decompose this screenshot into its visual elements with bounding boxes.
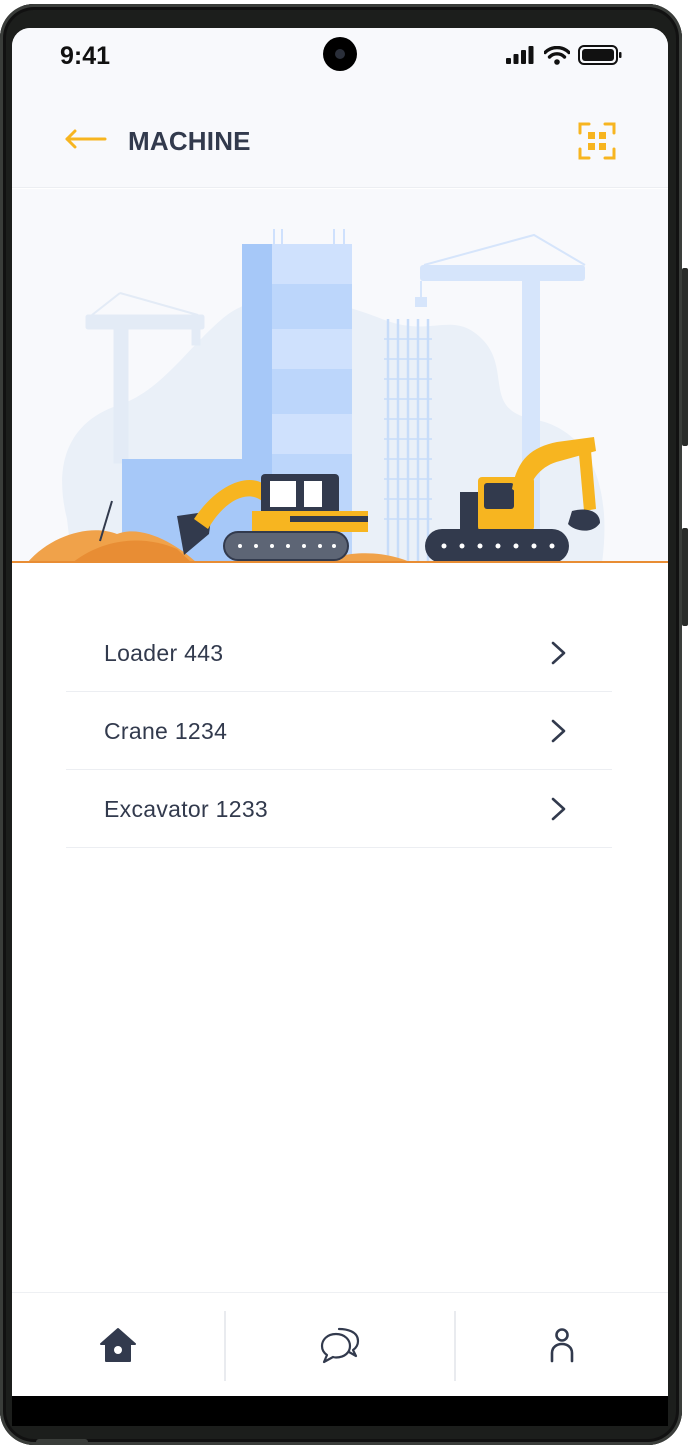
wifi-icon (544, 45, 570, 65)
chevron-right-icon (551, 719, 566, 743)
front-camera (323, 37, 357, 71)
device-bottom-edge (36, 1439, 88, 1445)
chevron-right-icon (551, 641, 566, 665)
list-item-crane[interactable]: Crane 1234 (66, 692, 612, 770)
profile-icon (550, 1328, 574, 1363)
bottom-navigation (12, 1292, 668, 1396)
page-title: MACHINE (128, 126, 251, 156)
construction-illustration (12, 189, 668, 563)
machine-list: Loader 443 Crane 1234 Excavator 1233 (66, 614, 612, 848)
chat-icon (320, 1327, 360, 1364)
nav-home[interactable] (12, 1293, 224, 1396)
screen-bottom-bar (12, 1396, 668, 1426)
volume-button (682, 268, 688, 446)
nav-profile[interactable] (456, 1293, 668, 1396)
scan-button[interactable] (578, 122, 616, 160)
home-icon (100, 1328, 136, 1362)
power-button (682, 528, 688, 626)
app-header: MACHINE (12, 90, 668, 188)
signal-icon (506, 46, 534, 64)
status-time: 9:41 (60, 42, 111, 70)
list-item-loader[interactable]: Loader 443 (66, 614, 612, 692)
machine-label: Excavator 1233 (104, 796, 269, 822)
back-button[interactable] (64, 122, 108, 156)
chevron-right-icon (551, 797, 566, 821)
battery-icon (578, 45, 622, 65)
app-screen: 9:41 MACHINE Loader 443 Crane 1234 Excav… (12, 28, 668, 1396)
construction-site-illustration (12, 229, 668, 563)
arrow-left-icon (65, 129, 107, 149)
machine-label: Crane 1234 (104, 718, 228, 744)
list-item-excavator[interactable]: Excavator 1233 (66, 770, 612, 848)
machine-label: Loader 443 (104, 640, 224, 666)
status-bar: 9:41 (12, 28, 668, 90)
nav-chat[interactable] (226, 1293, 454, 1396)
qr-scan-icon (578, 122, 616, 160)
status-icons (506, 45, 622, 65)
